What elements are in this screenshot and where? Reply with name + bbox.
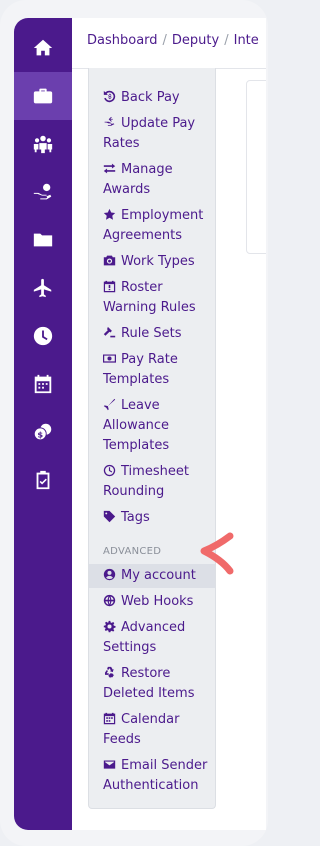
menu-item-pay-rate-templates[interactable]: Pay Rate Templates xyxy=(103,350,217,390)
rail-folder[interactable] xyxy=(14,216,72,264)
back-pay-icon xyxy=(103,90,119,104)
breadcrumb-deputy[interactable]: Deputy xyxy=(172,33,219,48)
recycle-icon xyxy=(103,666,119,680)
settings-menu: Back Pay Update Pay Rates Manage Awards … xyxy=(88,68,216,809)
envelope-icon xyxy=(103,758,119,772)
top-bar: Dashboard / Deputy / Inte xyxy=(72,18,266,69)
clock-small-icon xyxy=(103,464,119,478)
clipboard-check-icon xyxy=(36,470,50,490)
rail-briefcase[interactable] xyxy=(14,72,72,120)
menu-item-email-sender-authentication[interactable]: Email Sender Authentication xyxy=(103,756,217,796)
section-label-advanced: ADVANCED xyxy=(103,546,162,557)
menu-item-work-types[interactable]: Work Types xyxy=(103,252,217,272)
people-icon xyxy=(33,135,53,154)
calendar-warning-icon xyxy=(103,280,119,294)
rail-coins[interactable]: $ xyxy=(14,408,72,456)
menu-item-label: Work Types xyxy=(121,254,195,269)
rail-home[interactable] xyxy=(14,24,72,72)
menu-item-manage-awards[interactable]: Manage Awards xyxy=(103,160,217,200)
clock-icon xyxy=(33,326,53,346)
airplane-icon xyxy=(33,278,52,298)
rail-clipboard[interactable] xyxy=(14,456,72,504)
folder-icon xyxy=(33,233,53,247)
menu-item-label: Web Hooks xyxy=(121,594,194,609)
cog-icon xyxy=(103,620,119,634)
menu-item-advanced-settings[interactable]: Advanced Settings xyxy=(103,618,217,658)
menu-item-label: Rule Sets xyxy=(121,326,182,341)
menu-item-back-pay[interactable]: Back Pay xyxy=(103,88,217,108)
menu-item-label: Back Pay xyxy=(121,90,180,105)
menu-item-employment-agreements[interactable]: Employment Agreements xyxy=(103,206,217,246)
rail-clock[interactable] xyxy=(14,312,72,360)
plane-icon xyxy=(103,398,119,412)
menu-item-tags[interactable]: Tags xyxy=(103,508,217,528)
menu-item-rule-sets[interactable]: Rule Sets xyxy=(103,324,217,344)
briefcase-icon xyxy=(33,88,53,104)
menu-item-label: My account xyxy=(121,568,196,583)
home-icon xyxy=(33,39,53,56)
menu-item-label: Tags xyxy=(121,510,150,525)
hand-money-icon xyxy=(33,183,52,200)
calendar-icon xyxy=(34,374,52,394)
menu-item-roster-warning-rules[interactable]: Roster Warning Rules xyxy=(103,278,217,318)
breadcrumb-dashboard[interactable]: Dashboard xyxy=(87,33,158,48)
rail-hand-money[interactable] xyxy=(14,168,72,216)
rail-airplane[interactable] xyxy=(14,264,72,312)
svg-text:$: $ xyxy=(37,430,43,440)
user-circle-icon xyxy=(103,566,119,581)
menu-item-update-pay-rates[interactable]: Update Pay Rates xyxy=(103,114,217,154)
menu-item-timesheet-rounding[interactable]: Timesheet Rounding xyxy=(103,462,217,502)
calendar-small-icon xyxy=(103,712,119,726)
gavel-icon xyxy=(103,326,119,340)
update-pay-icon xyxy=(103,116,119,130)
menu-item-leave-allowance-templates[interactable]: Leave Allowance Templates xyxy=(103,396,217,456)
nav-rail: $ xyxy=(14,18,72,830)
breadcrumb: Dashboard / Deputy / Inte xyxy=(87,33,259,48)
annotation-arrow-icon xyxy=(200,532,234,575)
menu-item-restore-deleted-items[interactable]: Restore Deleted Items xyxy=(103,664,217,704)
money-icon xyxy=(103,352,119,366)
menu-item-web-hooks[interactable]: Web Hooks xyxy=(103,592,217,612)
app-window: $ Dashboard / Deputy / Inte Back Pay Update … xyxy=(14,18,266,830)
content-panel xyxy=(246,80,266,254)
app-frame: $ Dashboard / Deputy / Inte Back Pay Update … xyxy=(0,0,268,846)
globe-icon xyxy=(103,594,119,608)
camera-icon xyxy=(103,254,119,268)
tag-icon xyxy=(103,510,119,524)
breadcrumb-current: Inte xyxy=(233,33,259,48)
menu-item-calendar-feeds[interactable]: Calendar Feeds xyxy=(103,710,217,750)
star-icon xyxy=(103,208,119,222)
rail-calendar[interactable] xyxy=(14,360,72,408)
rail-people[interactable] xyxy=(14,120,72,168)
exchange-icon xyxy=(103,162,119,176)
coins-icon: $ xyxy=(33,423,52,441)
